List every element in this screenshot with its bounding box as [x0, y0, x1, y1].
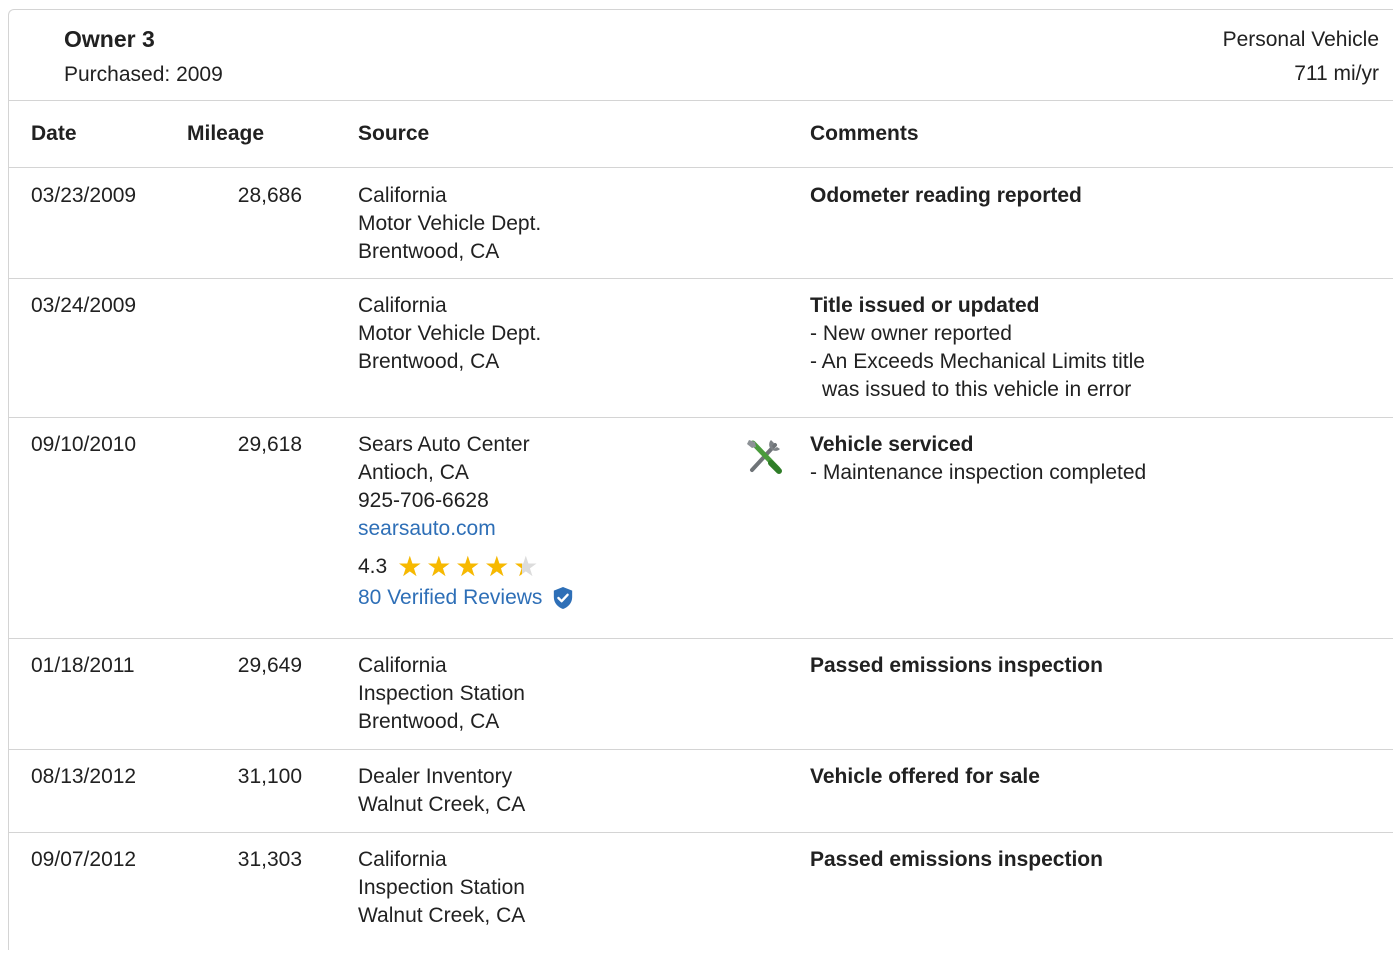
source-line: California: [358, 184, 447, 207]
record-comments: Passed emissions inspection: [810, 652, 1103, 680]
comment-line: - Maintenance inspection completed: [810, 461, 1147, 484]
rating: 4.3 ★★★★★★★★★★: [358, 552, 574, 582]
source-line: California: [358, 294, 447, 317]
comment-line: was issued to this vehicle in error: [822, 378, 1132, 401]
source-line: Motor Vehicle Dept.: [358, 322, 542, 345]
comment-line: - An Exceeds Mechanical Limits title: [810, 350, 1145, 373]
record-date: 09/10/2010: [31, 433, 137, 456]
record-source: Sears Auto Center Antioch, CA 925-706-66…: [358, 431, 574, 612]
record-source: California Motor Vehicle Dept. Brentwood…: [358, 182, 541, 266]
record-mileage: 31,303: [237, 848, 302, 871]
record-mileage: 28,686: [237, 184, 302, 207]
source-line: Motor Vehicle Dept.: [358, 212, 542, 235]
service-website-link[interactable]: searsauto.com: [358, 515, 574, 543]
comment-title: Passed emissions inspection: [810, 848, 1103, 871]
record-mileage: 29,649: [237, 654, 302, 677]
table-row: 01/18/2011 29,649 California Inspection …: [9, 639, 1393, 750]
source-line: Brentwood, CA: [358, 350, 500, 373]
service-tools-icon: [747, 440, 782, 474]
table-row: 09/10/2010 29,618 Sears Auto Center Anti…: [9, 418, 1393, 639]
comment-title: Title issued or updated: [810, 294, 1040, 317]
record-comments: Title issued or updated - New owner repo…: [810, 292, 1145, 404]
star-icon: ★★: [513, 551, 539, 582]
comment-title: Odometer reading reported: [810, 184, 1082, 207]
record-mileage: 31,100: [237, 765, 302, 788]
column-header-date: Date: [31, 122, 77, 145]
record-source: California Motor Vehicle Dept. Brentwood…: [358, 292, 541, 376]
source-line: Inspection Station: [358, 876, 525, 899]
vehicle-type: Personal Vehicle: [1222, 28, 1379, 51]
table-row: 03/23/2009 28,686 California Motor Vehic…: [9, 168, 1393, 279]
comment-title: Vehicle offered for sale: [810, 765, 1040, 788]
record-source: Dealer Inventory Walnut Creek, CA: [358, 763, 525, 819]
record-source: California Inspection Station Brentwood,…: [358, 652, 525, 736]
verified-reviews-link[interactable]: 80 Verified Reviews: [358, 584, 542, 612]
record-mileage: 29,618: [237, 433, 302, 456]
source-line: Inspection Station: [358, 682, 525, 705]
reviews: 80 Verified Reviews: [358, 584, 574, 612]
star-icon: ★★: [397, 551, 423, 582]
star-icon: ★★: [426, 551, 452, 582]
comment-line: - New owner reported: [810, 322, 1012, 345]
owner-history-panel: Owner 3 Purchased: 2009 Personal Vehicle…: [8, 9, 1393, 950]
table-row: 08/13/2012 31,100 Dealer Inventory Walnu…: [9, 750, 1393, 833]
miles-per-year: 711 mi/yr: [1294, 62, 1379, 85]
source-line: 925-706-6628: [358, 489, 489, 512]
source-line: Brentwood, CA: [358, 240, 500, 263]
rating-value: 4.3: [358, 555, 388, 578]
table-row: 09/07/2012 31,303 California Inspection …: [9, 833, 1393, 953]
column-header-source: Source: [358, 122, 430, 145]
record-comments: Vehicle serviced - Maintenance inspectio…: [810, 431, 1146, 487]
source-line: Walnut Creek, CA: [358, 793, 526, 816]
source-line: Brentwood, CA: [358, 710, 500, 733]
owner-purchased: Purchased: 2009: [64, 63, 223, 86]
record-date: 03/24/2009: [31, 294, 137, 317]
table-row: 03/24/2009 California Motor Vehicle Dept…: [9, 279, 1393, 418]
source-line: California: [358, 848, 447, 871]
comment-title: Vehicle serviced: [810, 433, 974, 456]
source-line: Dealer Inventory: [358, 765, 513, 788]
comment-title: Passed emissions inspection: [810, 654, 1103, 677]
star-icon: ★★: [484, 551, 510, 582]
column-header-comments: Comments: [810, 122, 919, 145]
owner-title: Owner 3: [64, 26, 155, 52]
record-date: 01/18/2011: [31, 654, 135, 677]
source-line: Antioch, CA: [358, 461, 469, 484]
star-rating: ★★★★★★★★★★: [397, 553, 542, 581]
record-date: 09/07/2012: [31, 848, 137, 871]
record-source: California Inspection Station Walnut Cre…: [358, 846, 525, 930]
owner-header: Owner 3 Purchased: 2009 Personal Vehicle…: [9, 10, 1393, 101]
verified-shield-icon: [554, 587, 573, 609]
star-icon: ★★: [455, 551, 481, 582]
record-comments: Passed emissions inspection: [810, 846, 1103, 874]
record-comments: Vehicle offered for sale: [810, 763, 1040, 791]
source-line: California: [358, 654, 447, 677]
column-header-mileage: Mileage: [187, 122, 265, 145]
record-comments: Odometer reading reported: [810, 182, 1082, 210]
record-date: 03/23/2009: [31, 184, 137, 207]
record-date: 08/13/2012: [31, 765, 137, 788]
source-line: Sears Auto Center: [358, 433, 530, 456]
source-line: Walnut Creek, CA: [358, 904, 526, 927]
